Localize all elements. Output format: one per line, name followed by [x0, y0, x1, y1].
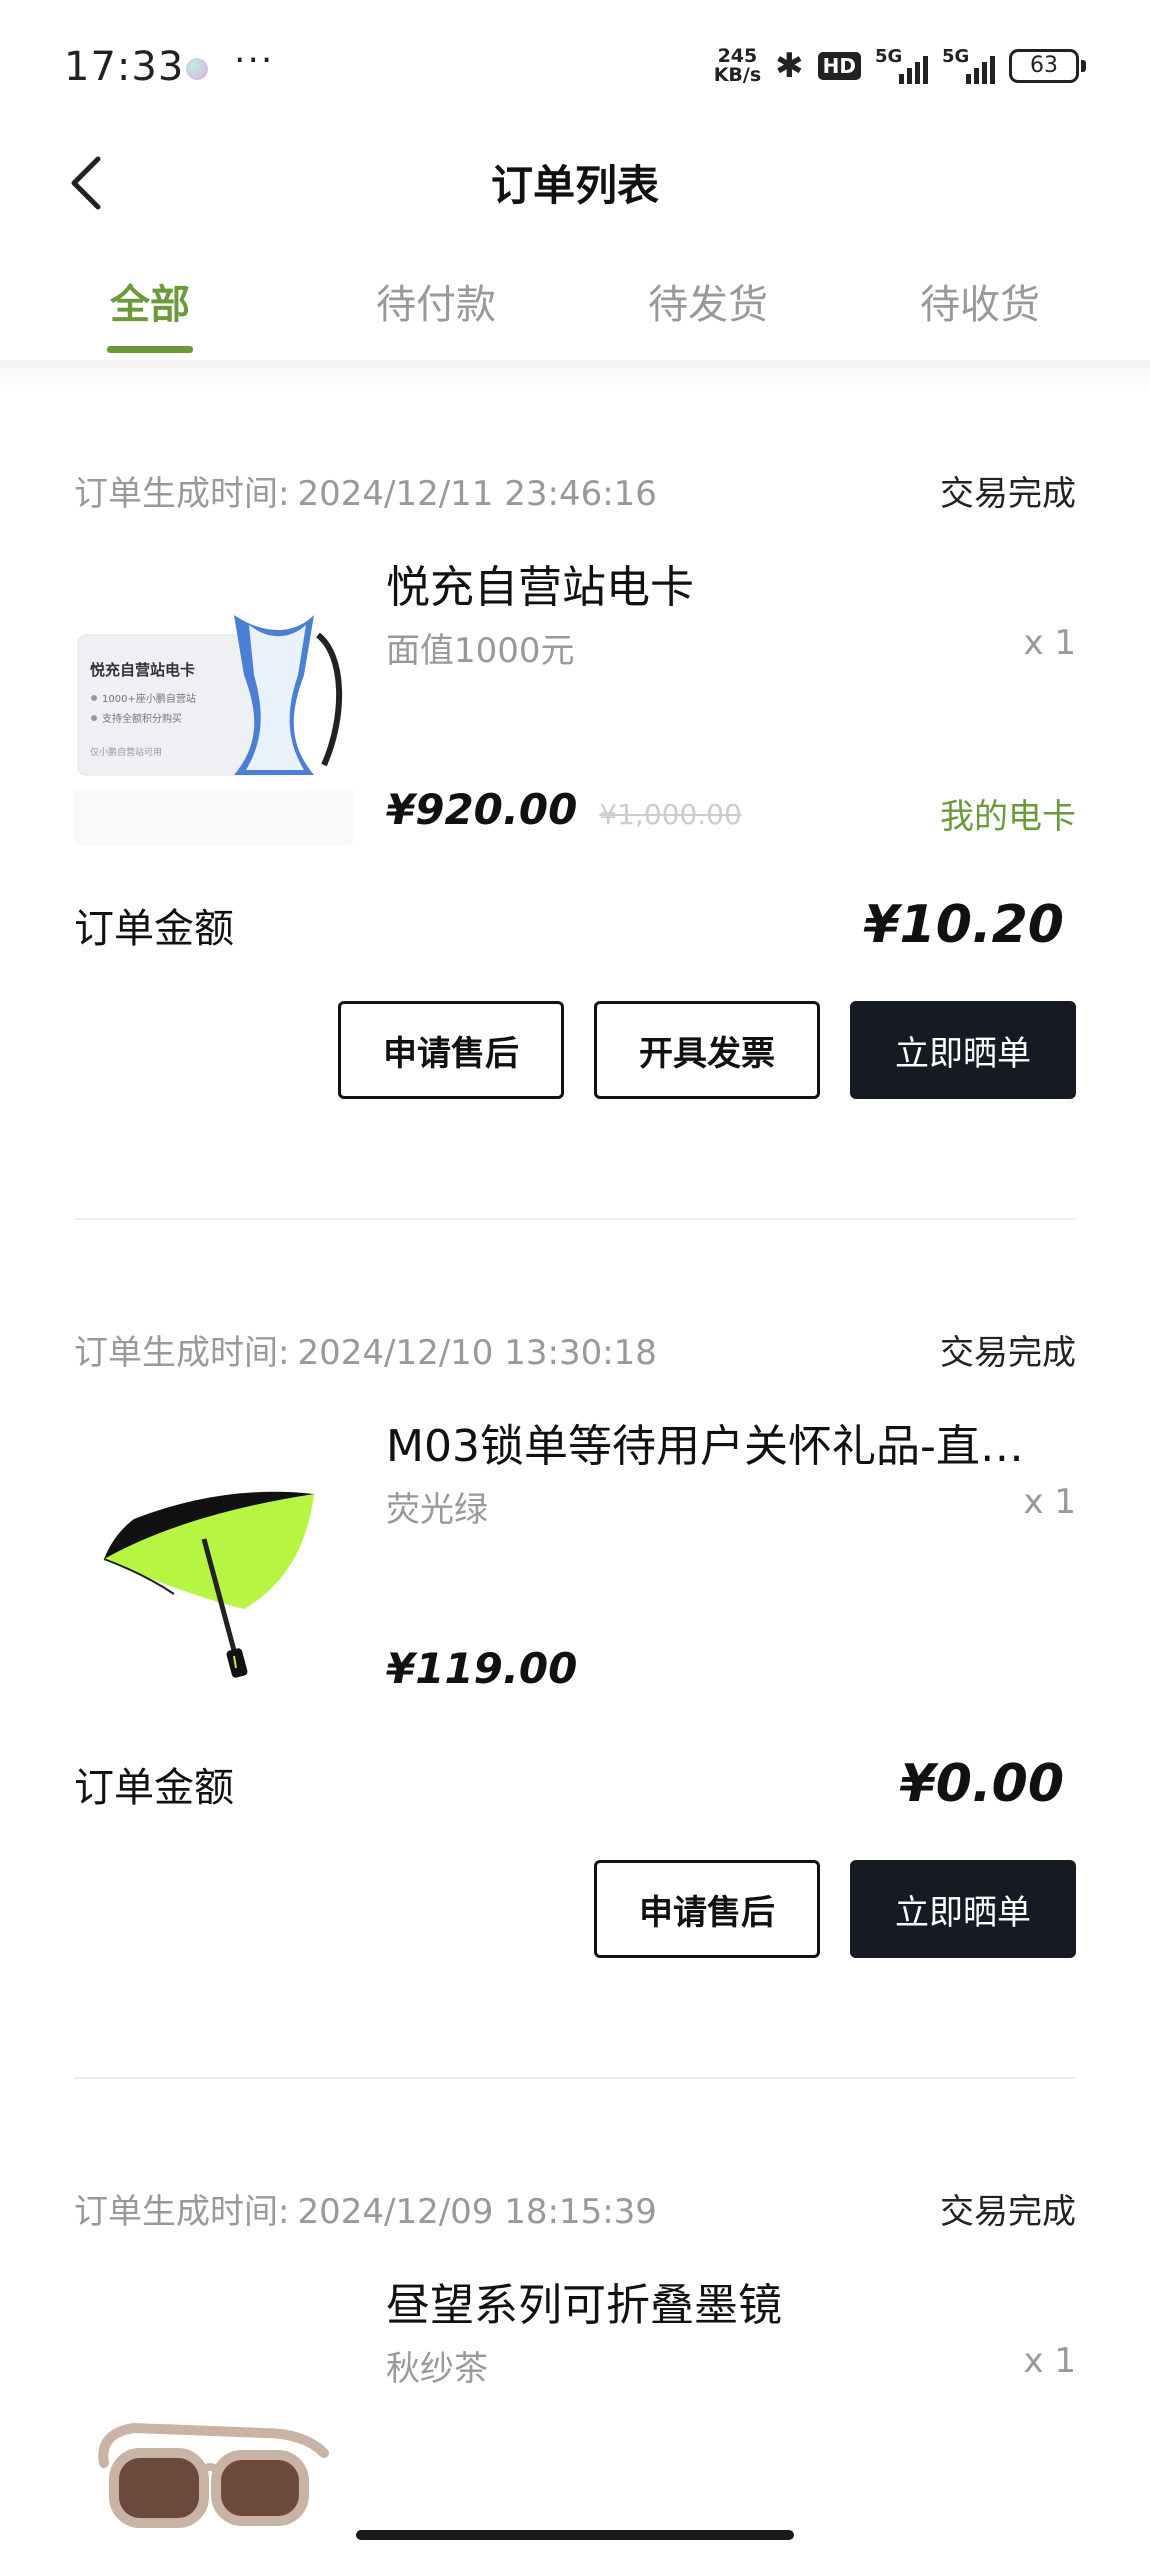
order-header: 订单生成时间: 2024/12/09 18:15:39 交易完成 — [74, 2183, 1076, 2233]
product-spec: 秋纱茶 — [386, 2349, 488, 2389]
order-actions: 申请售后 立即晒单 — [594, 1860, 1076, 1958]
order-time-value: 2024/12/10 13:30:18 — [297, 1332, 657, 1373]
more-notifications-icon: ··· — [234, 40, 275, 81]
bluetooth-icon: ✱ — [775, 46, 804, 86]
product-quantity: x 1 — [1023, 2341, 1076, 2381]
charging-card-image: 悦充自营站电卡 1000+座小鹏自营站 支持全额积分购买 仅小鹏自营站可用 — [74, 565, 354, 845]
order-status: 交易完成 — [940, 1332, 1076, 1373]
order-tabs: 全部 待付款 待发货 待收货 — [0, 240, 1150, 360]
page-title: 订单列表 — [490, 161, 659, 210]
product-quantity: x 1 — [1023, 623, 1076, 663]
signal-icon-2: 5G — [942, 46, 995, 84]
order-total: ¥0.00 — [899, 1754, 1064, 1814]
tab-pending-payment[interactable]: 待付款 — [300, 240, 572, 360]
share-order-button[interactable]: 立即晒单 — [850, 1001, 1076, 1099]
product-spec: 荧光绿 — [386, 1490, 488, 1530]
order-status: 交易完成 — [940, 473, 1076, 514]
order-time-label: 订单生成时间: — [74, 473, 290, 514]
tab-label: 待收货 — [920, 282, 1040, 328]
product-name[interactable]: M03锁单等待用户关怀礼品-直… — [386, 1410, 1076, 1474]
hd-badge: HD — [817, 52, 861, 80]
order-total-row: 订单金额 ¥0.00 — [74, 1749, 1076, 1819]
tab-label: 待付款 — [376, 282, 496, 328]
share-order-button[interactable]: 立即晒单 — [850, 1860, 1076, 1958]
svg-text:仅小鹏自营站可用: 仅小鹏自营站可用 — [90, 746, 162, 758]
battery-icon: 63 — [1009, 49, 1086, 83]
order-time-label: 订单生成时间: — [74, 2191, 290, 2232]
product-image[interactable] — [74, 2283, 354, 2549]
notification-dot-icon — [186, 58, 208, 80]
svg-text:悦充自营站电卡: 悦充自营站电卡 — [90, 661, 195, 679]
svg-text:支持全额积分购买: 支持全额积分购买 — [102, 712, 182, 725]
status-icons: 245 KB/s ✱ HD 5G 5G 63 — [714, 44, 1086, 88]
order-total-label: 订单金额 — [74, 1765, 234, 1811]
order-total-label: 订单金额 — [74, 906, 234, 952]
order-header: 订单生成时间: 2024/12/10 13:30:18 交易完成 — [74, 1324, 1076, 1374]
product-price: ¥119.00 — [386, 1644, 578, 1693]
order-total-row: 订单金额 ¥10.20 — [74, 890, 1076, 960]
tab-active-indicator — [107, 346, 193, 353]
tab-label: 全部 — [110, 282, 190, 328]
order-time: 订单生成时间: 2024/12/11 23:46:16 — [74, 466, 657, 515]
product-name[interactable]: 悦充自营站电卡 — [386, 551, 1076, 615]
order-header: 订单生成时间: 2024/12/11 23:46:16 交易完成 — [74, 465, 1076, 515]
umbrella-image — [74, 1424, 354, 1704]
tabs-divider — [0, 360, 1150, 390]
tab-pending-shipment[interactable]: 待发货 — [572, 240, 844, 360]
after-sales-button[interactable]: 申请售后 — [594, 1860, 820, 1958]
svg-text:1000+座小鹏自营站: 1000+座小鹏自营站 — [102, 692, 196, 705]
product-image[interactable]: 悦充自营站电卡 1000+座小鹏自营站 支持全额积分购买 仅小鹏自营站可用 — [74, 565, 354, 845]
signal-icon-1: 5G — [875, 46, 928, 84]
order-time: 订单生成时间: 2024/12/10 13:30:18 — [74, 1325, 657, 1374]
sunglasses-image — [74, 2283, 354, 2549]
order-time: 订单生成时间: 2024/12/09 18:15:39 — [74, 2184, 657, 2233]
issue-invoice-button[interactable]: 开具发票 — [594, 1001, 820, 1099]
home-indicator[interactable] — [356, 2530, 794, 2540]
my-card-link[interactable]: 我的电卡 — [940, 789, 1076, 838]
network-speed-unit: KB/s — [713, 64, 762, 86]
product-spec: 面值1000元 — [386, 631, 575, 671]
tab-all[interactable]: 全部 — [0, 240, 300, 360]
product-price-group: ¥920.00 ¥1,000.00 — [386, 785, 742, 834]
signal-label-1: 5G — [875, 46, 903, 67]
page-header: 订单列表 — [0, 130, 1150, 240]
order-status: 交易完成 — [940, 2191, 1076, 2232]
status-bar: 17:33 ··· 245 KB/s ✱ HD 5G 5G 63 — [0, 0, 1150, 130]
battery-level: 63 — [1009, 49, 1079, 83]
product-price: ¥920.00 — [386, 785, 578, 834]
order-divider — [74, 1218, 1076, 1220]
original-price: ¥1,000.00 — [599, 798, 742, 831]
order-time-label: 订单生成时间: — [74, 1332, 290, 1373]
product-image[interactable] — [74, 1424, 354, 1704]
tab-label: 待发货 — [648, 282, 768, 328]
order-divider — [74, 2077, 1076, 2079]
product-price-group: ¥119.00 — [386, 1644, 577, 1693]
network-speed: 245 KB/s — [714, 47, 761, 85]
status-time: 17:33 — [64, 44, 185, 90]
order-time-value: 2024/12/09 18:15:39 — [297, 2191, 657, 2232]
signal-label-2: 5G — [942, 46, 970, 67]
product-name[interactable]: 昼望系列可折叠墨镜 — [386, 2269, 1076, 2333]
order-actions: 申请售后 开具发票 立即晒单 — [338, 1001, 1076, 1099]
order-total: ¥10.20 — [863, 895, 1064, 955]
order-time-value: 2024/12/11 23:46:16 — [297, 473, 657, 514]
product-quantity: x 1 — [1023, 1482, 1076, 1522]
after-sales-button[interactable]: 申请售后 — [338, 1001, 564, 1099]
tab-pending-receipt[interactable]: 待收货 — [844, 240, 1116, 360]
